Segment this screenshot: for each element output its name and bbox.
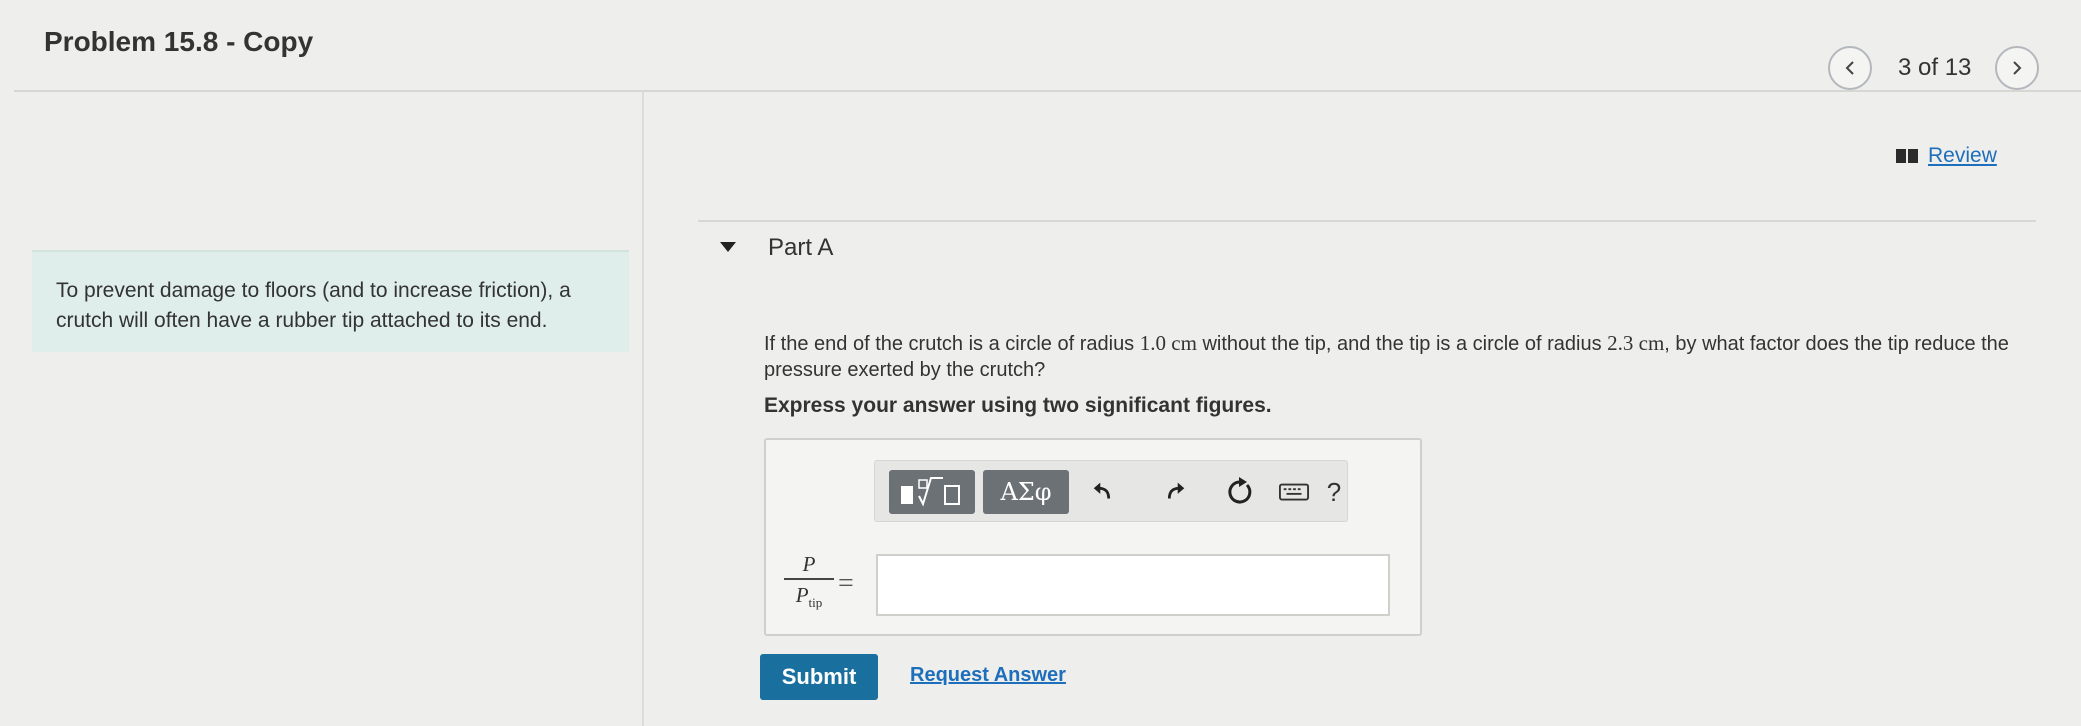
part-title: Part A [768, 234, 834, 261]
answer-input[interactable] [876, 554, 1390, 616]
question-text-middle: without the tip, and the tip is a circle… [1196, 333, 1608, 355]
denominator-subscript: tip [808, 595, 823, 611]
templates-icon [901, 477, 960, 507]
review-link[interactable]: Review [1928, 144, 1997, 168]
answer-instruction: Express your answer using two significan… [764, 394, 1272, 417]
help-icon[interactable]: ? [1319, 477, 1349, 507]
redo-icon[interactable] [1159, 477, 1189, 507]
radius-without-tip: 1.0 cm [1139, 331, 1197, 355]
submit-button[interactable]: Submit [760, 654, 878, 700]
symbols-button[interactable]: ΑΣφ [983, 470, 1069, 514]
pager-count: 3 of 13 [1898, 54, 1972, 81]
book-icon [1896, 149, 1918, 163]
reset-icon[interactable] [1225, 477, 1255, 507]
next-button[interactable] [1995, 46, 2040, 90]
question-text: If the end of the crutch is a circle of … [764, 330, 2024, 383]
equals-sign: = [838, 568, 854, 599]
fraction-denominator: Ptip [784, 583, 834, 615]
templates-button[interactable] [889, 470, 975, 514]
previous-button[interactable] [1828, 46, 1872, 90]
page-title: Problem 15.8 - Copy [44, 26, 314, 57]
request-answer-link[interactable]: Request Answer [910, 664, 1066, 687]
answer-box: ΑΣφ ? P Ptip = [764, 438, 1422, 636]
pressure-ratio-label: P Ptip [784, 552, 834, 615]
radius-with-tip: 2.3 cm [1607, 331, 1665, 355]
denominator-symbol: P [795, 583, 809, 607]
math-toolbar: ΑΣφ ? [874, 460, 1348, 522]
review-link-group[interactable]: Review [1896, 144, 1997, 168]
header-divider [14, 90, 2081, 92]
fraction-numerator: P [802, 552, 816, 576]
page: Problem 15.8 - Copy 3 of 13 To prevent d… [0, 0, 2081, 726]
collapse-caret-icon[interactable] [718, 240, 738, 254]
pager: 3 of 13 [1828, 46, 2040, 90]
undo-icon[interactable] [1089, 477, 1119, 507]
problem-intro: To prevent damage to floors (and to incr… [32, 250, 629, 352]
fraction-bar [784, 578, 834, 580]
chevron-right-icon [2013, 61, 2022, 75]
question-text-start: If the end of the crutch is a circle of … [764, 333, 1140, 355]
keyboard-icon[interactable] [1279, 477, 1309, 507]
panel-divider [642, 92, 644, 726]
chevron-left-icon [1845, 61, 1854, 75]
part-divider [698, 220, 2036, 222]
